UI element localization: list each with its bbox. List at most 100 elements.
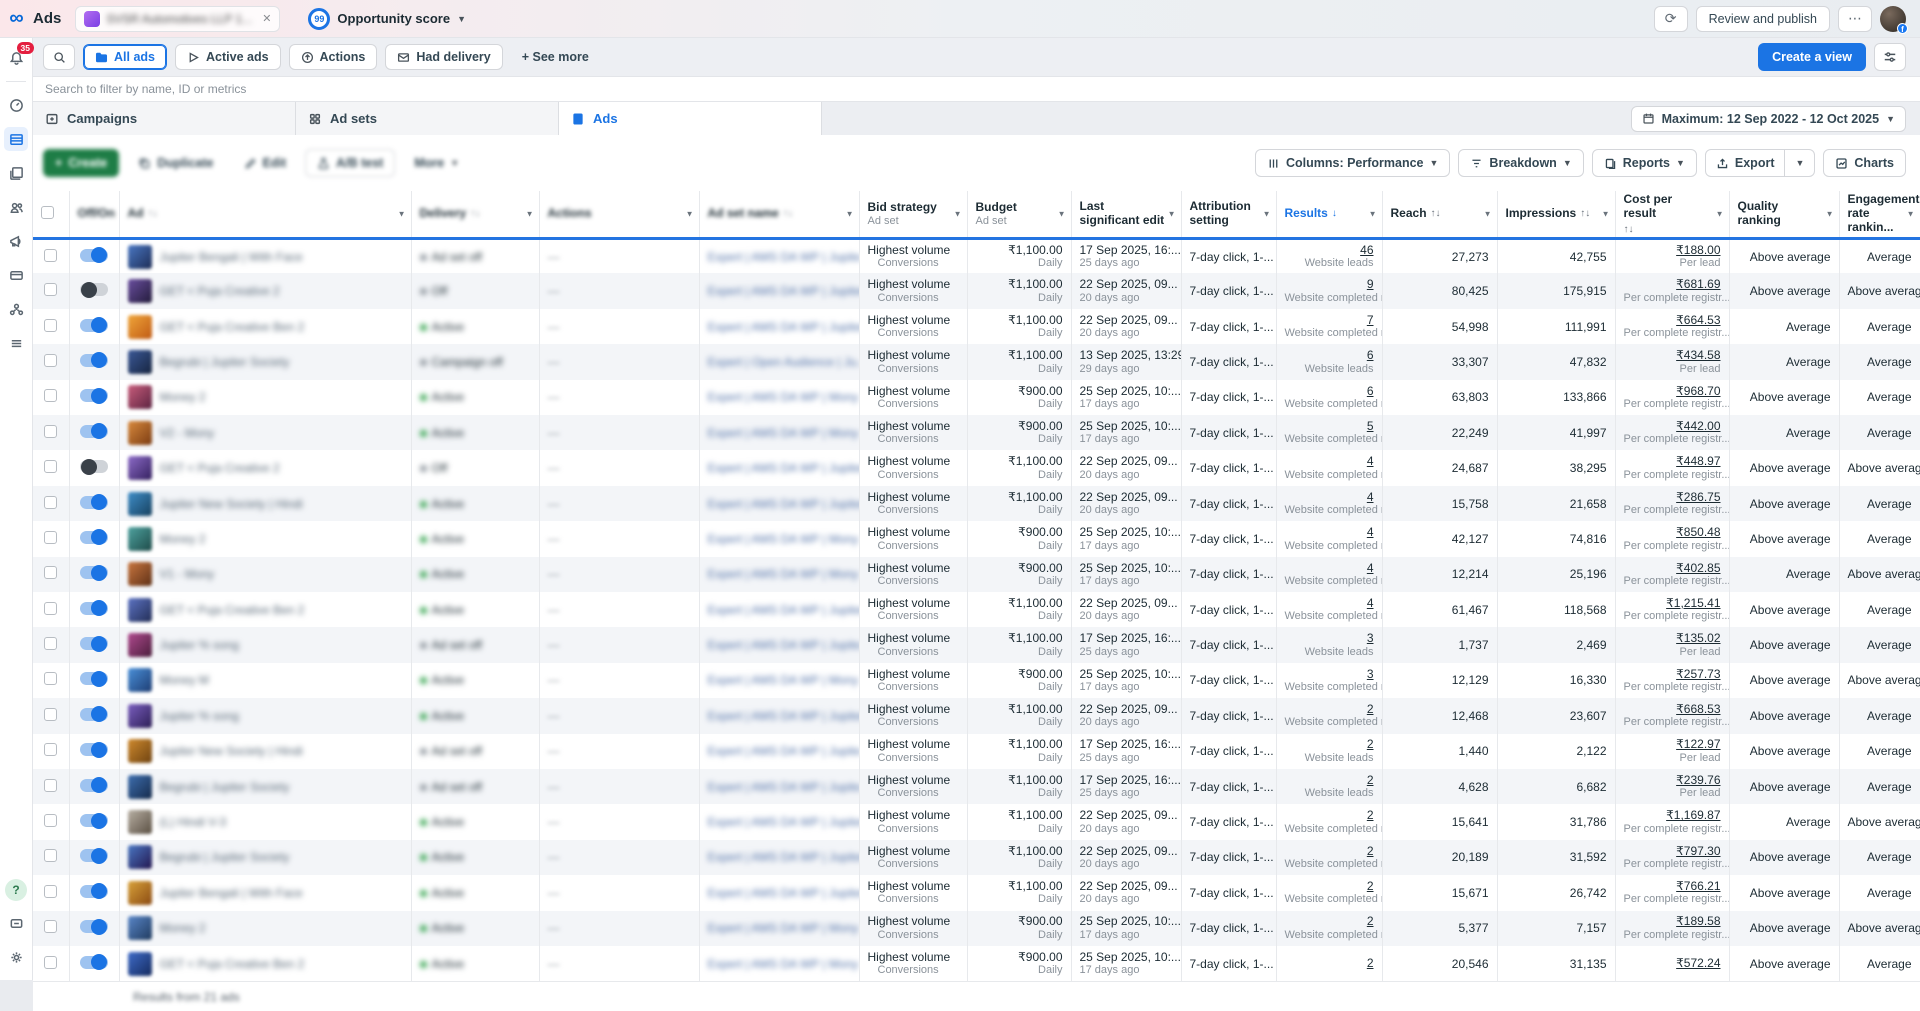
adset-name-cell[interactable]: Expert | AMS DA WP | Jupiter: [699, 875, 859, 910]
cpr-value[interactable]: ₹664.53: [1676, 313, 1720, 327]
search-input[interactable]: [45, 82, 1908, 96]
row-checkbox[interactable]: [44, 956, 57, 969]
header-quality-ranking[interactable]: Quality ranking▼: [1729, 191, 1839, 238]
ad-toggle[interactable]: [80, 531, 108, 544]
results-value[interactable]: 7: [1367, 313, 1374, 327]
table-row[interactable]: GET < Puja Creative Ben 2 Active — Exper…: [33, 592, 1920, 627]
header-engagement-ranking[interactable]: Engagement rate rankin...▼: [1839, 191, 1920, 238]
cpr-value[interactable]: ₹257.73: [1676, 667, 1720, 681]
table-row[interactable]: Jupiter % song Ad set off — Expert | AMS…: [33, 627, 1920, 662]
adset-name-cell[interactable]: Expert | AMS DA WP | Jupiter: [699, 309, 859, 344]
table-row[interactable]: Jupiter % song Active — Expert | AMS DA …: [33, 698, 1920, 733]
cpr-value[interactable]: ₹402.85: [1676, 561, 1720, 575]
adset-name-cell[interactable]: Expert | AMS DA WP | Mony: [699, 557, 859, 592]
account-close-icon[interactable]: ✕: [262, 12, 271, 25]
header-impressions[interactable]: Impressions↑↓▼: [1497, 191, 1615, 238]
charts-button[interactable]: Charts: [1823, 149, 1906, 177]
header-adset-name[interactable]: Ad set name↑↓▼: [699, 191, 859, 238]
table-row[interactable]: Begrubi | Jupiter Society Campaign off —…: [33, 344, 1920, 379]
ad-name-cell[interactable]: Money 2: [119, 911, 411, 946]
header-last-edit[interactable]: Last significant edit▼: [1071, 191, 1181, 238]
header-bid-strategy[interactable]: Bid strategyAd set▼: [859, 191, 967, 238]
adset-link[interactable]: Expert | Open Audience | Ju...: [708, 355, 860, 369]
results-value[interactable]: 4: [1367, 525, 1374, 539]
row-checkbox[interactable]: [44, 885, 57, 898]
edit-button[interactable]: Edit: [233, 149, 298, 177]
export-options-button[interactable]: ▼: [1784, 150, 1814, 176]
cpr-value[interactable]: ₹681.69: [1676, 277, 1720, 291]
duplicate-button[interactable]: Duplicate: [127, 149, 224, 177]
ad-toggle[interactable]: [80, 602, 108, 615]
row-checkbox[interactable]: [44, 849, 57, 862]
create-view-button[interactable]: Create a view: [1758, 43, 1866, 71]
adset-link[interactable]: Expert | AMS DA WP | Jupiter: [708, 886, 860, 900]
cpr-value[interactable]: ₹286.75: [1676, 490, 1720, 504]
adset-link[interactable]: Expert | AMS DA WP | Jupiter: [708, 603, 860, 617]
adset-name-cell[interactable]: Expert | AMS DA WP | Jupiter: [699, 450, 859, 485]
cpr-value[interactable]: ₹239.76: [1676, 773, 1720, 787]
adset-link[interactable]: Expert | AMS DA WP | Mony: [708, 567, 859, 581]
header-cost-per-result[interactable]: Cost per result↑↓▼: [1615, 191, 1729, 238]
ad-toggle[interactable]: [80, 460, 108, 473]
sidebar-item-business-settings[interactable]: [4, 297, 28, 321]
row-checkbox[interactable]: [44, 637, 57, 650]
row-checkbox[interactable]: [44, 283, 57, 296]
row-checkbox[interactable]: [44, 425, 57, 438]
ad-name-cell[interactable]: GET < Puja Creative Ben 2: [119, 309, 411, 344]
select-all-checkbox[interactable]: [41, 206, 54, 219]
ad-name-cell[interactable]: Jupiter Bengali | With Face: [119, 238, 411, 273]
ad-name-cell[interactable]: Jupiter % song: [119, 627, 411, 662]
search-filter-button[interactable]: [43, 44, 75, 70]
create-button[interactable]: + Create: [43, 149, 119, 177]
ad-name-cell[interactable]: Jupiter New Society | Hindi: [119, 734, 411, 769]
header-actions[interactable]: Actions▼: [539, 191, 699, 238]
row-checkbox[interactable]: [44, 920, 57, 933]
cpr-value[interactable]: ₹189.58: [1676, 914, 1720, 928]
ad-name-cell[interactable]: Begrubi | Jupiter Society: [119, 344, 411, 379]
header-reach[interactable]: Reach↑↓▼: [1382, 191, 1497, 238]
results-value[interactable]: 2: [1367, 879, 1374, 893]
results-value[interactable]: 2: [1367, 914, 1374, 928]
results-value[interactable]: 3: [1367, 667, 1374, 681]
view-settings-button[interactable]: [1874, 43, 1906, 71]
table-row[interactable]: Begrubi | Jupiter Society Ad set off — E…: [33, 769, 1920, 804]
sidebar-item-audiences[interactable]: [4, 195, 28, 219]
breakdown-button[interactable]: Breakdown ▼: [1458, 149, 1583, 177]
refresh-button[interactable]: ⟳: [1654, 6, 1688, 32]
row-checkbox[interactable]: [44, 389, 57, 402]
ad-name-cell[interactable]: GET < Puja Creative 2: [119, 273, 411, 308]
ad-toggle[interactable]: [80, 920, 108, 933]
sidebar-item-ads-reporting[interactable]: [4, 161, 28, 185]
table-row[interactable]: Money 2 Active — Expert | AMS DA WP | Mo…: [33, 380, 1920, 415]
see-more-button[interactable]: + See more: [511, 44, 600, 70]
results-value[interactable]: 5: [1367, 419, 1374, 433]
cpr-value[interactable]: ₹135.02: [1676, 631, 1720, 645]
table-row[interactable]: Money 2 Active — Expert | AMS DA WP | Mo…: [33, 911, 1920, 946]
export-button[interactable]: Export: [1706, 150, 1785, 176]
row-checkbox[interactable]: [44, 672, 57, 685]
ad-toggle[interactable]: [80, 249, 108, 262]
ad-toggle[interactable]: [80, 672, 108, 685]
results-value[interactable]: 4: [1367, 490, 1374, 504]
cpr-value[interactable]: ₹122.97: [1676, 737, 1720, 751]
adset-name-cell[interactable]: Expert | AMS DA WP | Mony: [699, 911, 859, 946]
cpr-value[interactable]: ₹1,215.41: [1666, 596, 1720, 610]
row-checkbox[interactable]: [44, 496, 57, 509]
row-checkbox[interactable]: [44, 249, 57, 262]
ad-toggle[interactable]: [80, 956, 108, 969]
settings-gear-icon[interactable]: [4, 945, 28, 969]
header-budget[interactable]: BudgetAd set▼: [967, 191, 1071, 238]
results-value[interactable]: 2: [1367, 737, 1374, 751]
adset-link[interactable]: Expert | AMS DA WP | Jupiter: [708, 497, 860, 511]
adset-link[interactable]: Expert | AMS DA WP | Jupiter: [708, 461, 860, 475]
adset-link[interactable]: Expert | AMS DA WP | Mony: [708, 957, 859, 971]
results-value[interactable]: 46: [1360, 243, 1373, 257]
table-row[interactable]: (L) Hindi V-3 Active — Expert | AMS DA W…: [33, 804, 1920, 839]
adset-link[interactable]: Expert | AMS DA WP | Jupite...: [708, 250, 860, 264]
ad-name-cell[interactable]: Money 2: [119, 380, 411, 415]
ad-name-cell[interactable]: Begrubi | Jupiter Society: [119, 769, 411, 804]
results-value[interactable]: 2: [1367, 956, 1374, 970]
sidebar-item-account-overview[interactable]: [4, 93, 28, 117]
table-row[interactable]: GET < Puja Creative Ben 2 Active — Exper…: [33, 946, 1920, 981]
cpr-value[interactable]: ₹442.00: [1676, 419, 1720, 433]
